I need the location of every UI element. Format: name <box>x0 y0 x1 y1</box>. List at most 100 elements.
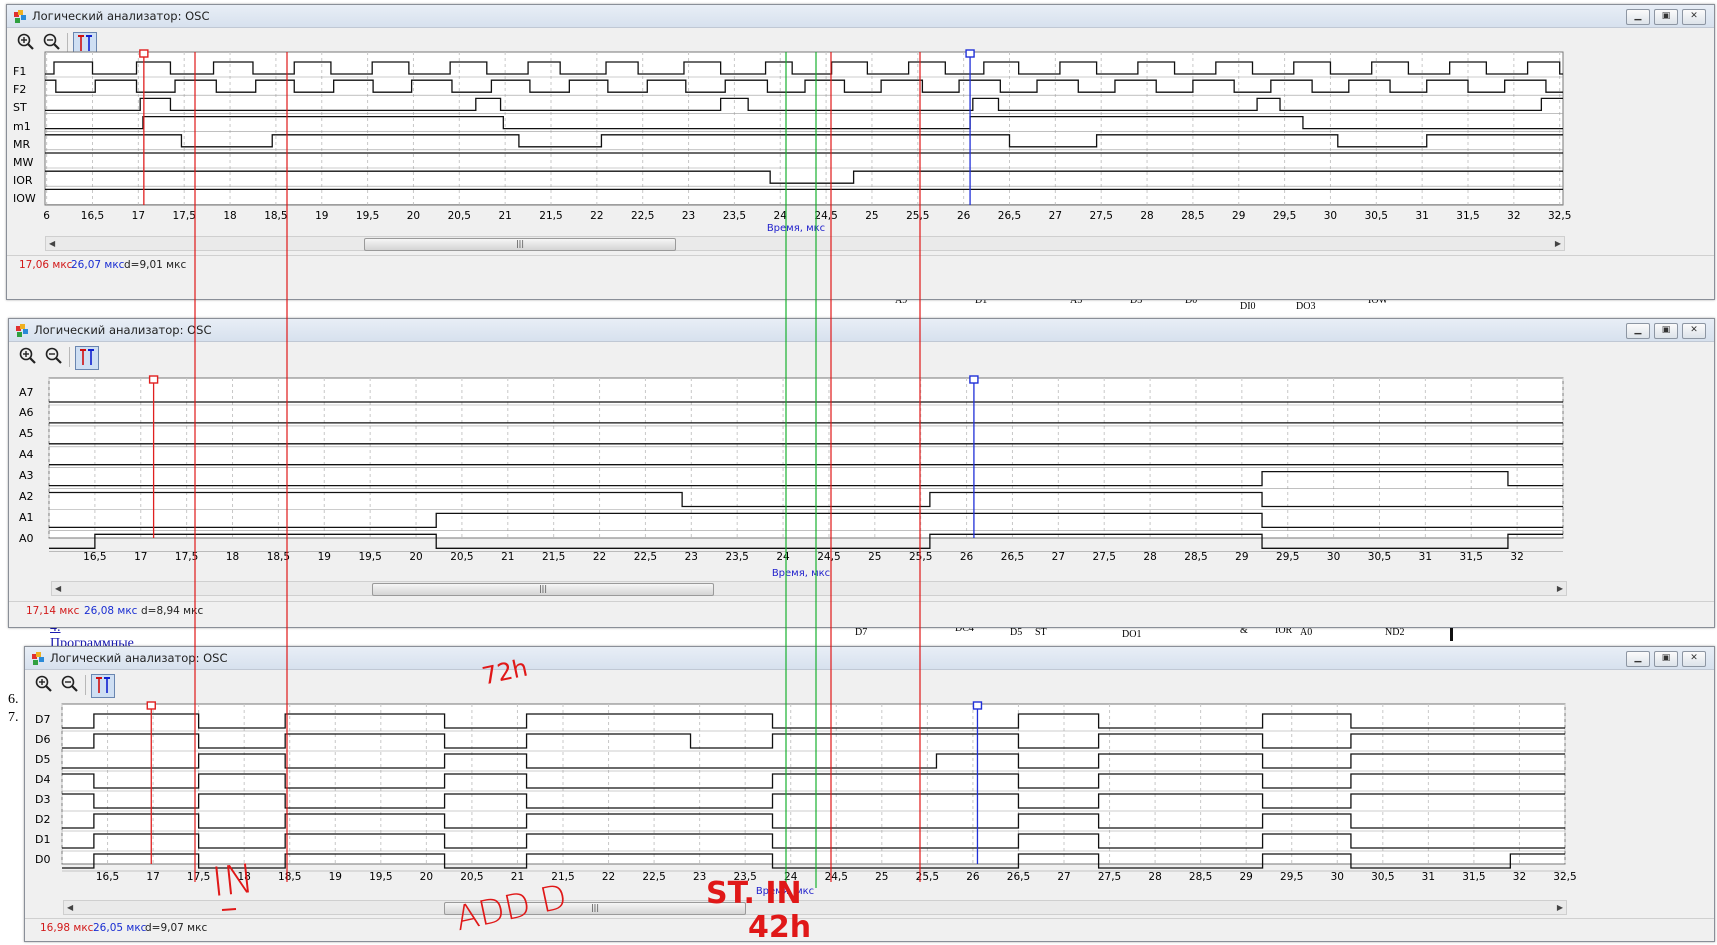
time-tick-label: 17,5 <box>186 871 211 883</box>
time-tick-label: 26 <box>966 871 980 883</box>
time-tick-label: 31,5 <box>1459 551 1483 563</box>
time-tick-label: 18,5 <box>264 210 288 222</box>
time-tick-label: 17,5 <box>174 551 199 563</box>
annotation-st-in: ST. IN <box>706 876 802 911</box>
channel-label-A1: A1 <box>19 511 34 524</box>
scroll-left-arrow[interactable]: ◀ <box>55 582 61 595</box>
time-tick-label: 26,5 <box>1000 551 1025 563</box>
channel-label-D1: D1 <box>35 833 51 846</box>
time-tick-label: 31 <box>1415 210 1429 222</box>
time-tick-label: 19,5 <box>358 551 382 563</box>
scroll-thumb[interactable]: ||| <box>372 583 714 596</box>
time-tick-label: 28,5 <box>1184 551 1208 563</box>
time-tick-label: 29 <box>1235 551 1249 563</box>
time-tick-label: 26,5 <box>997 210 1022 222</box>
time-tick-label: 17 <box>146 871 160 883</box>
doc-strip-1-label: DO3 <box>1296 301 1316 312</box>
time-tick-label: 29,5 <box>1276 551 1300 563</box>
horizontal-scrollbar[interactable]: ◀ ||| ▶ <box>45 236 1565 251</box>
time-tick-label: 32 <box>1510 551 1524 563</box>
time-tick-label: 22 <box>601 871 616 883</box>
time-tick-label: 32,5 <box>1553 871 1577 883</box>
channel-label-D7: D7 <box>35 713 51 726</box>
time-tick-label: 27,5 <box>1097 871 1122 883</box>
scroll-left-arrow[interactable]: ◀ <box>67 901 73 914</box>
doc-strip-2-label: A0 <box>1300 627 1313 638</box>
time-tick-label: 22,5 <box>633 551 658 563</box>
status-bar: 17,14 мкс 26,08 мкс d=8,94 мкс <box>9 601 1714 620</box>
scroll-thumb[interactable]: ||| <box>364 238 676 251</box>
time-tick-label: 31,5 <box>1462 871 1486 883</box>
time-tick-label: 29 <box>1239 871 1253 883</box>
cursor-red-time: 17,06 мкс <box>19 259 73 271</box>
doc-number: 6. <box>8 692 19 707</box>
waveform-area[interactable] <box>9 319 1714 559</box>
time-tick-label: 31 <box>1421 871 1436 883</box>
channel-label-F1: F1 <box>13 65 27 78</box>
time-tick-label: 19 <box>317 551 331 563</box>
time-tick-label: 27,5 <box>1092 551 1116 563</box>
cursor-blue-handle[interactable] <box>972 701 983 710</box>
time-tick-label: 26,5 <box>1006 871 1031 883</box>
doc-strip-2-label: D5 <box>1010 627 1023 638</box>
time-tick-label: 24 <box>773 210 787 222</box>
time-tick-label: 19,5 <box>369 871 393 883</box>
time-tick-label: 31,5 <box>1456 210 1480 222</box>
horizontal-scrollbar[interactable]: ◀ ||| ▶ <box>51 581 1567 596</box>
scroll-right-arrow[interactable]: ▶ <box>1557 901 1563 914</box>
time-tick-label: 23 <box>684 551 698 563</box>
channel-label-D2: D2 <box>35 813 51 826</box>
channel-label-A2: A2 <box>19 490 34 503</box>
channel-label-D5: D5 <box>35 753 51 766</box>
cursor-blue-handle[interactable] <box>965 49 975 58</box>
time-tick-label: 16,5 <box>95 871 120 883</box>
cursor-delta: d=9,01 мкс <box>124 259 187 271</box>
time-tick-label: 25,5 <box>915 871 940 883</box>
time-tick-label: 28 <box>1148 871 1162 883</box>
time-tick-label: 25 <box>875 871 889 883</box>
time-tick-label: 30 <box>1330 871 1344 883</box>
channel-label-A0: A0 <box>19 532 34 545</box>
cursor-red-handle[interactable] <box>148 375 159 384</box>
waveform-area[interactable] <box>25 647 1714 887</box>
channel-label-IOW: IOW <box>13 192 36 205</box>
status-bar: 16,98 мкс 26,05 мкс d=9,07 мкс <box>25 918 1714 937</box>
horizontal-scrollbar[interactable]: ◀ ||| ▶ <box>63 900 1567 915</box>
channel-label-A5: A5 <box>19 427 34 440</box>
time-tick-label: 19 <box>315 210 329 222</box>
time-tick-label: 6 <box>43 210 50 222</box>
scroll-left-arrow[interactable]: ◀ <box>49 237 55 250</box>
time-tick-label: 27 <box>1048 210 1063 222</box>
time-tick-label: 23,5 <box>722 210 747 222</box>
scroll-right-arrow[interactable]: ▶ <box>1555 237 1561 250</box>
time-tick-label: 24,5 <box>824 871 848 883</box>
time-tick-label: 21 <box>501 551 515 563</box>
time-tick-label: 31 <box>1418 551 1433 563</box>
time-tick-label: 23,5 <box>725 551 749 563</box>
doc-strip-2-label: D7 <box>855 627 868 638</box>
time-tick-label: 19,5 <box>355 210 380 222</box>
time-tick-label: 30 <box>1323 210 1338 222</box>
time-tick-label: 32,5 <box>1547 210 1572 222</box>
cursor-red-handle[interactable] <box>146 701 156 710</box>
channel-label-ST: ST <box>13 101 27 114</box>
time-tick-label: 28,5 <box>1181 210 1205 222</box>
cursor-blue-handle[interactable] <box>969 375 979 384</box>
annotation-42h: 42h <box>748 910 812 945</box>
cursor-blue-time: 26,08 мкс <box>84 605 138 617</box>
annotation-in: IN <box>209 855 257 907</box>
logic-analyzer-window-2: Логический анализатор: OSC ▁ ▣ ✕ A7 A6 A… <box>8 318 1715 628</box>
time-tick-label: 21,5 <box>539 210 563 222</box>
time-tick-label: 25,5 <box>906 210 930 222</box>
waveform-area[interactable] <box>7 5 1714 245</box>
time-tick-label: 30 <box>1326 551 1341 563</box>
time-tick-label: 27 <box>1057 871 1071 883</box>
cursor-blue-time: 26,05 мкс <box>93 922 147 934</box>
time-tick-label: 25,5 <box>908 551 933 563</box>
cursor-red-time: 16,98 мкс <box>40 922 94 934</box>
scroll-right-arrow[interactable]: ▶ <box>1557 582 1563 595</box>
time-tick-label: 17,5 <box>172 210 196 222</box>
time-tick-label: 21,5 <box>541 551 566 563</box>
logic-analyzer-window-3: Логический анализатор: OSC ▁ ▣ ✕ D7 D6 D… <box>24 646 1715 942</box>
cursor-red-handle[interactable] <box>139 49 149 58</box>
